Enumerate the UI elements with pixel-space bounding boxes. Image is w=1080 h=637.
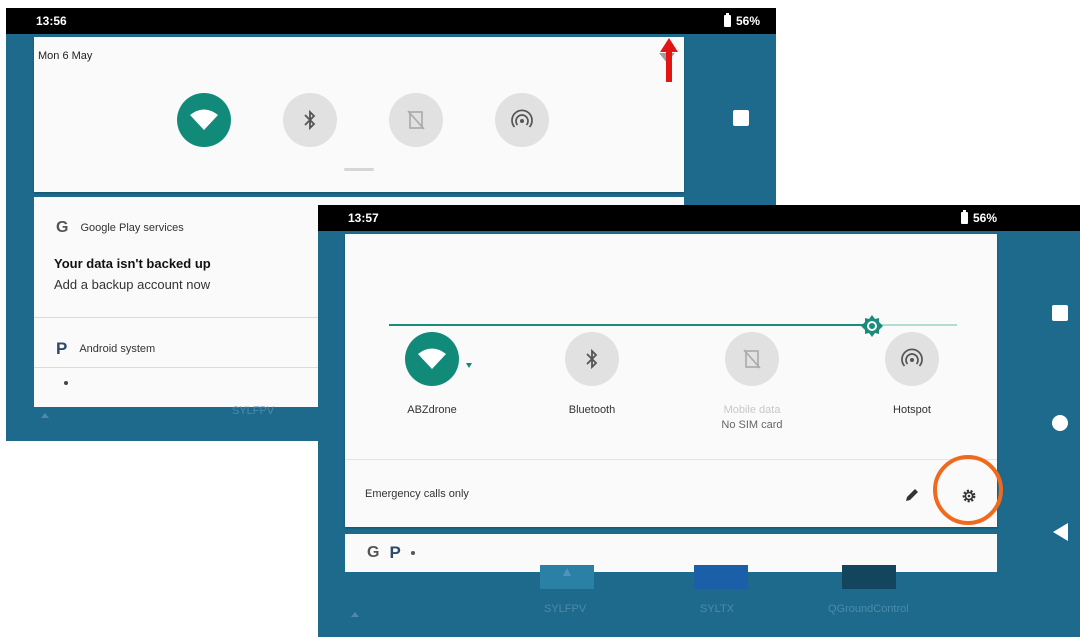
android-system-icon: P bbox=[56, 339, 68, 358]
sylfpv-app-icon[interactable] bbox=[540, 565, 594, 589]
date-label: Mon 6 May bbox=[38, 50, 93, 62]
wifi-toggle[interactable] bbox=[405, 332, 459, 386]
app-drawer-arrow-icon[interactable] bbox=[351, 612, 359, 617]
recents-button[interactable] bbox=[733, 110, 749, 126]
syltx-app-icon[interactable] bbox=[694, 565, 748, 589]
notification-title[interactable]: Your data isn't backed up bbox=[54, 256, 211, 271]
overflow-dot-icon bbox=[64, 381, 68, 385]
red-arrow-annotation bbox=[660, 38, 678, 82]
bluetooth-tile[interactable] bbox=[283, 93, 337, 147]
status-time: 13:57 bbox=[348, 211, 379, 225]
home-app-label[interactable]: QGroundControl bbox=[828, 603, 909, 615]
divider bbox=[345, 459, 997, 460]
notification-text[interactable]: Add a backup account now bbox=[54, 277, 210, 292]
mobile-data-toggle[interactable] bbox=[725, 332, 779, 386]
bluetooth-toggle[interactable] bbox=[565, 332, 619, 386]
battery-percent: 56% bbox=[735, 14, 760, 28]
emergency-calls-label: Emergency calls only bbox=[365, 488, 469, 500]
bluetooth-icon bbox=[304, 110, 316, 130]
wifi-network-label: ABZdrone bbox=[407, 404, 457, 416]
drag-handle[interactable] bbox=[344, 168, 374, 171]
wifi-tile[interactable] bbox=[177, 93, 231, 147]
no-sim-icon bbox=[743, 349, 761, 369]
mobile-data-tile[interactable]: Mobile data No SIM card bbox=[682, 332, 822, 431]
hotspot-icon bbox=[511, 109, 533, 128]
battery-icon bbox=[960, 210, 968, 224]
highlight-circle-annotation bbox=[933, 455, 1003, 525]
status-bar: 13:57 56% bbox=[318, 205, 1080, 231]
wifi-icon bbox=[190, 109, 218, 130]
no-sim-icon bbox=[407, 110, 425, 130]
home-button[interactable] bbox=[1052, 415, 1068, 431]
hotspot-label: Hotspot bbox=[893, 404, 931, 416]
edit-tiles-button[interactable] bbox=[901, 484, 923, 506]
google-logo-icon: G bbox=[56, 219, 69, 236]
mobile-data-tile[interactable] bbox=[389, 93, 443, 147]
bluetooth-tile[interactable]: Bluetooth bbox=[522, 332, 662, 416]
battery-status: 56% bbox=[723, 13, 760, 28]
hotspot-tile[interactable] bbox=[495, 93, 549, 147]
bluetooth-label: Bluetooth bbox=[568, 404, 616, 416]
battery-icon bbox=[723, 13, 731, 27]
battery-percent: 56% bbox=[972, 211, 997, 225]
overflow-dot-icon bbox=[410, 551, 415, 555]
notification-app-header: G Google Play services bbox=[56, 219, 184, 237]
back-button[interactable] bbox=[1053, 523, 1068, 541]
google-logo-icon: G bbox=[367, 544, 380, 561]
home-app-label[interactable]: SYLFPV bbox=[544, 603, 586, 615]
hotspot-toggle[interactable] bbox=[885, 332, 939, 386]
battery-status: 56% bbox=[960, 210, 997, 225]
pencil-icon bbox=[906, 489, 918, 501]
home-app-label: SYLFPV bbox=[232, 405, 275, 417]
bluetooth-icon bbox=[586, 349, 598, 369]
expanded-quick-settings-panel: ABZdrone Bluetooth Mobile data No SIM ca… bbox=[345, 234, 1003, 527]
wifi-icon bbox=[418, 348, 446, 369]
status-bar: 13:56 56% bbox=[6, 8, 776, 34]
recents-button[interactable] bbox=[1052, 305, 1068, 321]
hotspot-tile[interactable]: Hotspot bbox=[842, 332, 982, 416]
collapsed-notifications-strip[interactable]: G P bbox=[345, 534, 997, 572]
mobile-data-sublabel: No SIM card bbox=[721, 419, 783, 431]
notification-app-name: Android system bbox=[79, 343, 156, 355]
mobile-data-label: Mobile data bbox=[723, 404, 781, 416]
android-system-icon: P bbox=[389, 543, 401, 562]
home-app-label[interactable]: SYLTX bbox=[700, 603, 734, 615]
notification-app-header: P Android system bbox=[56, 339, 155, 359]
wifi-tile[interactable]: ABZdrone bbox=[362, 332, 502, 416]
brightness-slider-fill bbox=[389, 324, 872, 326]
qgroundcontrol-app-icon[interactable] bbox=[842, 565, 896, 589]
wifi-dropdown-icon[interactable] bbox=[466, 363, 472, 368]
status-time: 13:56 bbox=[36, 14, 67, 28]
quick-settings-panel: Mon 6 May bbox=[34, 37, 684, 192]
notification-app-name: Google Play services bbox=[80, 222, 184, 234]
screenshot-after: 13:57 56% ABZdrone Bluetooth Mobile data… bbox=[318, 205, 1080, 637]
quick-settings-row bbox=[177, 93, 549, 147]
hotspot-icon bbox=[901, 348, 923, 367]
app-drawer-arrow-icon[interactable] bbox=[41, 413, 49, 418]
